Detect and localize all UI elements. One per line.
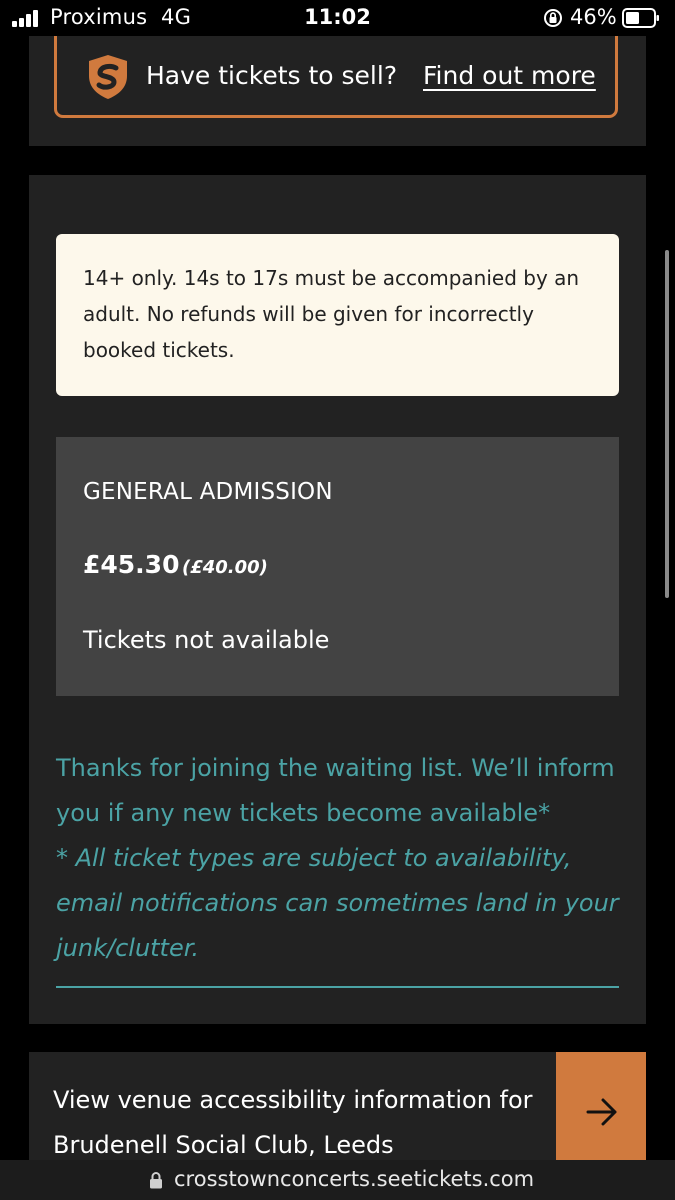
ticket-price: £45.30: [83, 550, 180, 579]
ticket-face-value: (£40.00): [182, 557, 268, 578]
waiting-list-message: Thanks for joining the waiting list. We’…: [56, 754, 615, 827]
age-restriction-notice: 14+ only. 14s to 17s must be accompanied…: [56, 234, 619, 396]
venue-accessibility-link[interactable]: View venue accessibility information for…: [29, 1052, 646, 1162]
divider: [56, 986, 619, 988]
shield-logo-icon: [89, 55, 127, 99]
battery-percent: 46%: [570, 5, 617, 29]
ticket-card: GENERAL ADMISSION £45.30 (£40.00) Ticket…: [56, 437, 619, 696]
status-bar: Proximus 4G 11:02 46%: [0, 0, 675, 36]
accessibility-arrow-button[interactable]: [556, 1052, 646, 1162]
accessibility-text: View venue accessibility information for…: [53, 1086, 533, 1159]
orientation-lock-icon: [544, 9, 562, 27]
sell-tickets-banner: Have tickets to sell? Find out more: [54, 36, 618, 118]
availability-note: * All ticket types are subject to availa…: [56, 844, 619, 962]
browser-url-bar[interactable]: crosstownconcerts.seetickets.com: [0, 1160, 675, 1200]
ticket-type: GENERAL ADMISSION: [83, 479, 333, 505]
find-out-more-link[interactable]: Find out more: [423, 61, 596, 90]
battery-icon: [622, 8, 659, 28]
arrow-right-icon: [586, 1098, 617, 1126]
sell-banner-text: Have tickets to sell?: [146, 61, 398, 90]
url-text: crosstownconcerts.seetickets.com: [174, 1167, 535, 1191]
ticket-availability: Tickets not available: [83, 626, 330, 654]
lock-icon: [150, 1172, 162, 1189]
scrollbar[interactable]: [665, 250, 669, 598]
